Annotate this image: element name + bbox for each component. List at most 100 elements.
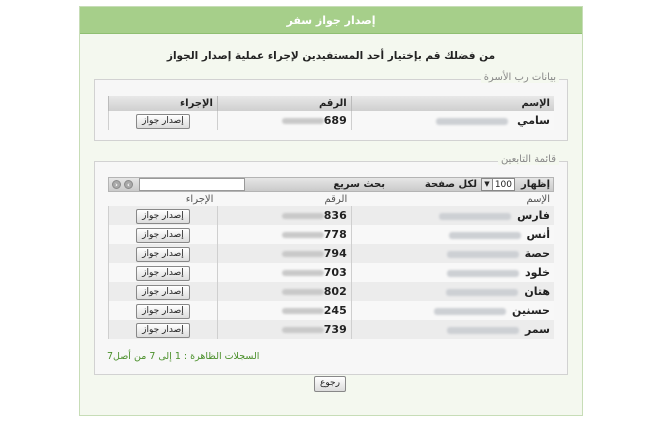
redacted-name (448, 231, 521, 239)
issue-passport-button[interactable]: إصدار جواز (136, 113, 190, 129)
id-number: 703 (323, 266, 347, 279)
table-row: أنس 778 إصدار جواز (108, 225, 554, 244)
list-toolbar: إظهار 100 ▼ لكل صفحة بحث سريع › ‹ (108, 177, 554, 192)
number-cell: 245 (216, 301, 352, 320)
next-page-icon[interactable]: › (124, 180, 133, 189)
table-row: سامي 689 إصدار جواز (108, 111, 554, 130)
number-cell: 778 (216, 225, 352, 244)
issue-passport-button[interactable]: إصدار جواز (136, 303, 190, 319)
dependents-table: الإسم الرقم الإجراء فارس 836 إصدار جواز أنس… (108, 193, 554, 339)
quick-search-input[interactable] (139, 178, 245, 191)
action-cell: إصدار جواز (108, 244, 218, 263)
action-cell: إصدار جواز (108, 263, 218, 282)
family-head-section: بيانات رب الأسرة الإسم الرقم الإجراء سام… (94, 72, 568, 141)
issue-passport-button[interactable]: إصدار جواز (136, 322, 190, 338)
name-cell: هتان (350, 282, 554, 301)
id-number: 245 (323, 304, 347, 317)
action-cell: إصدار جواز (108, 206, 218, 225)
redacted-number (281, 213, 324, 219)
beneficiary-name: خلود (525, 266, 550, 279)
redacted-number (281, 232, 324, 238)
beneficiary-name: هتان (524, 285, 550, 298)
redacted-name (439, 212, 512, 220)
redacted-number (281, 327, 324, 333)
records-count: السجلات الظاهرة : 1 إلى 7 من أصل7 (107, 351, 260, 362)
issue-passport-button[interactable]: إصدار جواز (136, 227, 190, 243)
dependents-header-row: الإسم الرقم الإجراء (109, 193, 555, 206)
action-cell: إصدار جواز (108, 301, 218, 320)
issue-passport-button[interactable]: إصدار جواز (136, 246, 190, 262)
redacted-name (433, 307, 506, 315)
id-number: 778 (323, 228, 347, 241)
dependents-legend: قائمة التابعين (497, 154, 559, 165)
page-size-value: 100 (494, 180, 512, 190)
redacted-name (435, 117, 508, 125)
per-page-label: لكل صفحة (424, 179, 477, 190)
action-cell: إصدار جواز (108, 320, 218, 339)
column-header-number: الرقم (324, 194, 348, 205)
id-number: 689 (323, 114, 347, 127)
column-header-action: الإجراء (185, 194, 214, 205)
show-label: إظهار (521, 179, 550, 190)
beneficiary-name: سمر (524, 323, 550, 336)
page-size-select[interactable]: 100 ▼ (481, 178, 515, 191)
issue-passport-button[interactable]: إصدار جواز (136, 265, 190, 281)
beneficiary-name: سامي (517, 114, 550, 127)
table-row: هتان 802 إصدار جواز (108, 282, 554, 301)
instruction-text: من فضلك قم بإختيار أحد المستفيدين لإجراء… (166, 50, 496, 62)
table-row: سمر 739 إصدار جواز (108, 320, 554, 339)
id-number: 739 (323, 323, 347, 336)
family-head-legend: بيانات رب الأسرة (480, 72, 559, 83)
action-cell: إصدار جواز (108, 111, 218, 130)
name-cell: حصة (350, 244, 554, 263)
redacted-name (446, 288, 519, 296)
table-row: حسنين 245 إصدار جواز (108, 301, 554, 320)
redacted-name (446, 250, 519, 258)
number-cell: 739 (216, 320, 352, 339)
column-header-number: الرقم (216, 96, 352, 111)
number-cell: 689 (216, 111, 352, 130)
table-row: فارس 836 إصدار جواز (108, 206, 554, 225)
id-number: 794 (323, 247, 347, 260)
dependents-section: قائمة التابعين إظهار 100 ▼ لكل صفحة بحث … (94, 154, 568, 375)
id-number: 802 (323, 285, 347, 298)
column-header-name: الإسم (526, 194, 550, 205)
quick-search-label: بحث سريع (333, 179, 385, 190)
name-cell: خلود (350, 263, 554, 282)
name-cell: سمر (350, 320, 554, 339)
number-cell: 836 (216, 206, 352, 225)
beneficiary-name: حسنين (511, 304, 550, 317)
panel-title: إصدار جواز سفر (80, 7, 582, 34)
beneficiary-name: حصة (524, 247, 550, 260)
issue-passport-button[interactable]: إصدار جواز (136, 208, 190, 224)
redacted-number (281, 308, 324, 314)
action-cell: إصدار جواز (108, 282, 218, 301)
number-cell: 703 (216, 263, 352, 282)
name-cell: سامي (350, 111, 554, 130)
issue-passport-button[interactable]: إصدار جواز (136, 284, 190, 300)
column-header-action: الإجراء (108, 96, 218, 111)
number-cell: 802 (216, 282, 352, 301)
back-button[interactable]: رجوع (314, 376, 346, 392)
name-cell: فارس (350, 206, 554, 225)
beneficiary-name: فارس (517, 209, 550, 222)
number-cell: 794 (216, 244, 352, 263)
redacted-number (281, 289, 324, 295)
issue-passport-panel: إصدار جواز سفر من فضلك قم بإختيار أحد ال… (79, 6, 583, 416)
table-row: خلود 703 إصدار جواز (108, 263, 554, 282)
name-cell: حسنين (350, 301, 554, 320)
redacted-number (281, 270, 324, 276)
family-head-header-row: الإسم الرقم الإجراء (108, 96, 554, 111)
column-header-name: الإسم (350, 96, 554, 111)
redacted-name (446, 326, 519, 334)
action-cell: إصدار جواز (108, 225, 218, 244)
family-head-table: الإسم الرقم الإجراء سامي 689 إصدار جواز (108, 96, 554, 130)
chevron-down-icon: ▼ (482, 179, 493, 190)
redacted-number (281, 251, 324, 257)
name-cell: أنس (350, 225, 554, 244)
redacted-number (281, 118, 324, 124)
previous-page-icon[interactable]: ‹ (112, 180, 121, 189)
id-number: 836 (323, 209, 347, 222)
redacted-name (447, 269, 520, 277)
beneficiary-name: أنس (526, 228, 550, 241)
